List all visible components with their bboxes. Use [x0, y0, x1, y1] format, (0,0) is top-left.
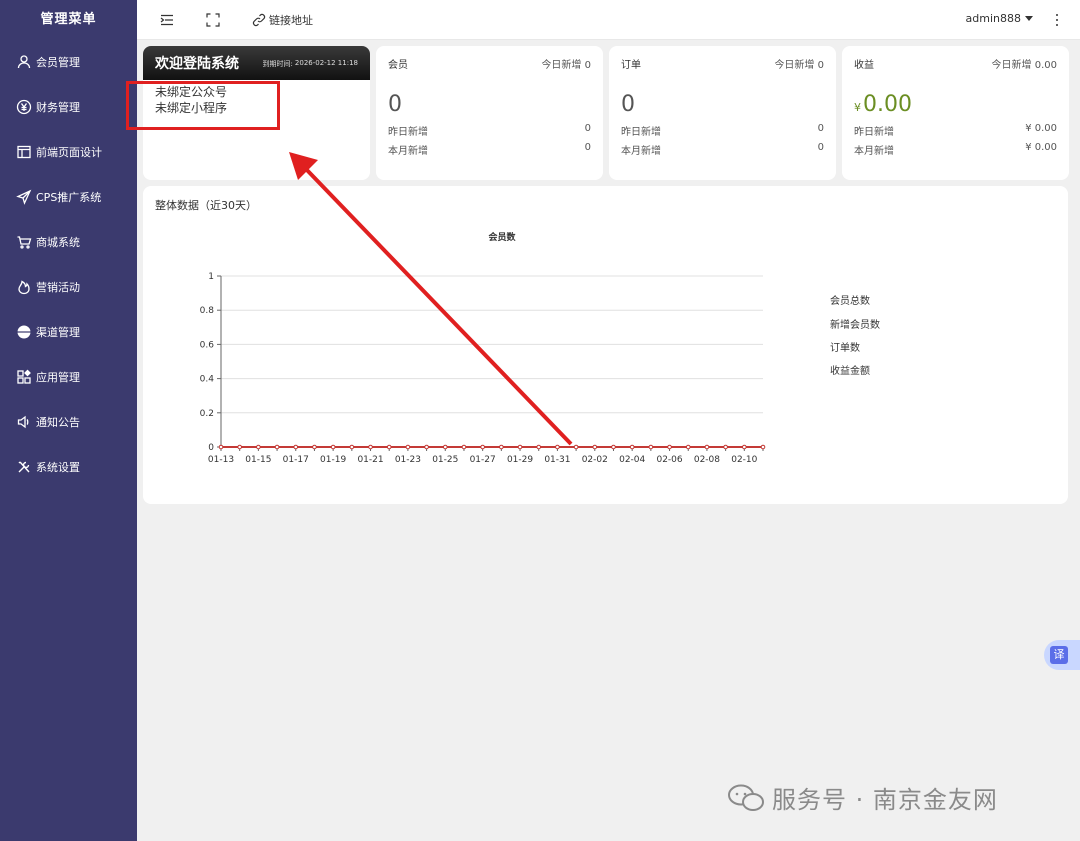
wechat-icon — [728, 784, 764, 811]
translate-icon: 译 — [1050, 646, 1068, 664]
watermark-text: 服务号 · 南京金友网 — [772, 786, 998, 814]
translate-button[interactable]: 译 — [1044, 640, 1080, 670]
annotation-arrow — [289, 152, 573, 446]
watermark: 服务号 · 南京金友网 — [726, 780, 998, 815]
